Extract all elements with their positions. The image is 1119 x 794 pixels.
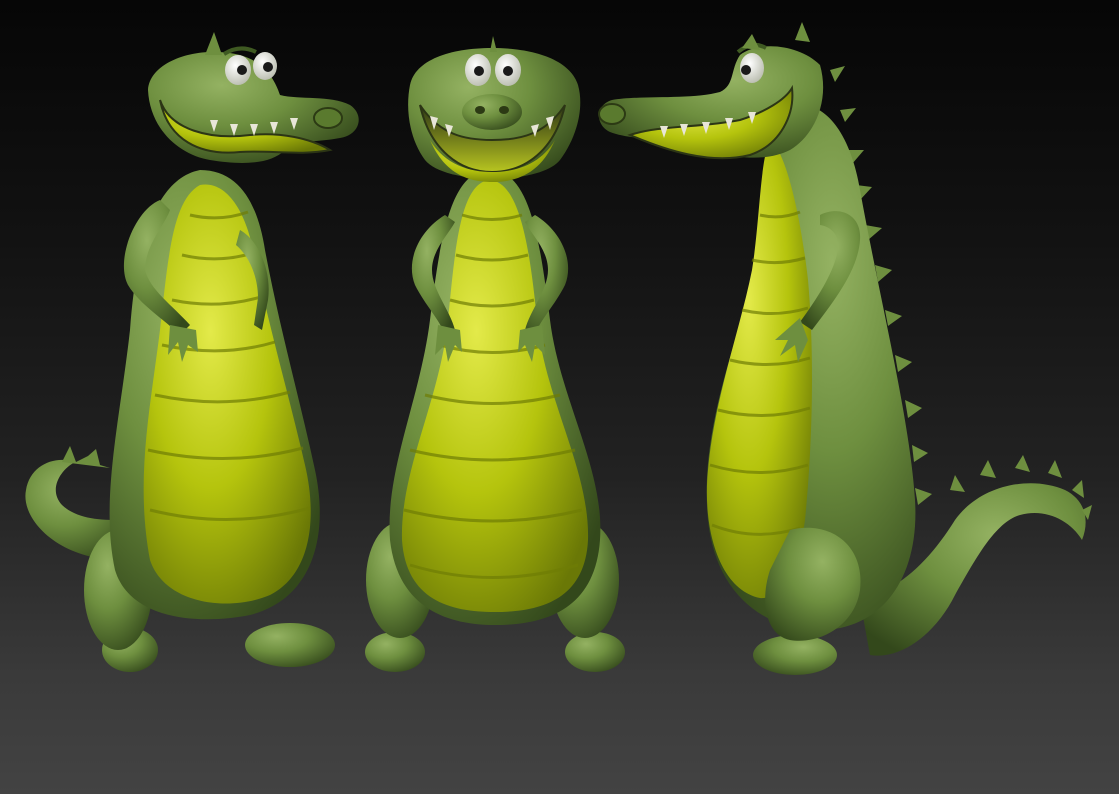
pupil: [741, 65, 751, 75]
left-nostril: [475, 106, 485, 114]
left-pupil: [237, 65, 247, 75]
snout: [462, 94, 522, 130]
front-foot: [753, 635, 837, 675]
right-pupil: [263, 62, 273, 72]
head-spike: [490, 36, 497, 52]
right-foot: [245, 623, 335, 667]
nostril: [313, 107, 343, 129]
sculpt-viewport: [0, 0, 1119, 794]
head-spike: [205, 32, 222, 55]
right-nostril: [499, 106, 509, 114]
alligator-side: [598, 22, 1092, 675]
left-pupil: [474, 66, 484, 76]
right-foot: [565, 632, 625, 672]
head-spike: [742, 34, 760, 50]
alligator-left: [25, 32, 359, 672]
right-pupil: [503, 66, 513, 76]
nostril: [598, 103, 626, 125]
alligator-front: [365, 36, 625, 672]
render-canvas: [25, 22, 1092, 675]
brow: [222, 46, 257, 56]
left-foot: [365, 632, 425, 672]
